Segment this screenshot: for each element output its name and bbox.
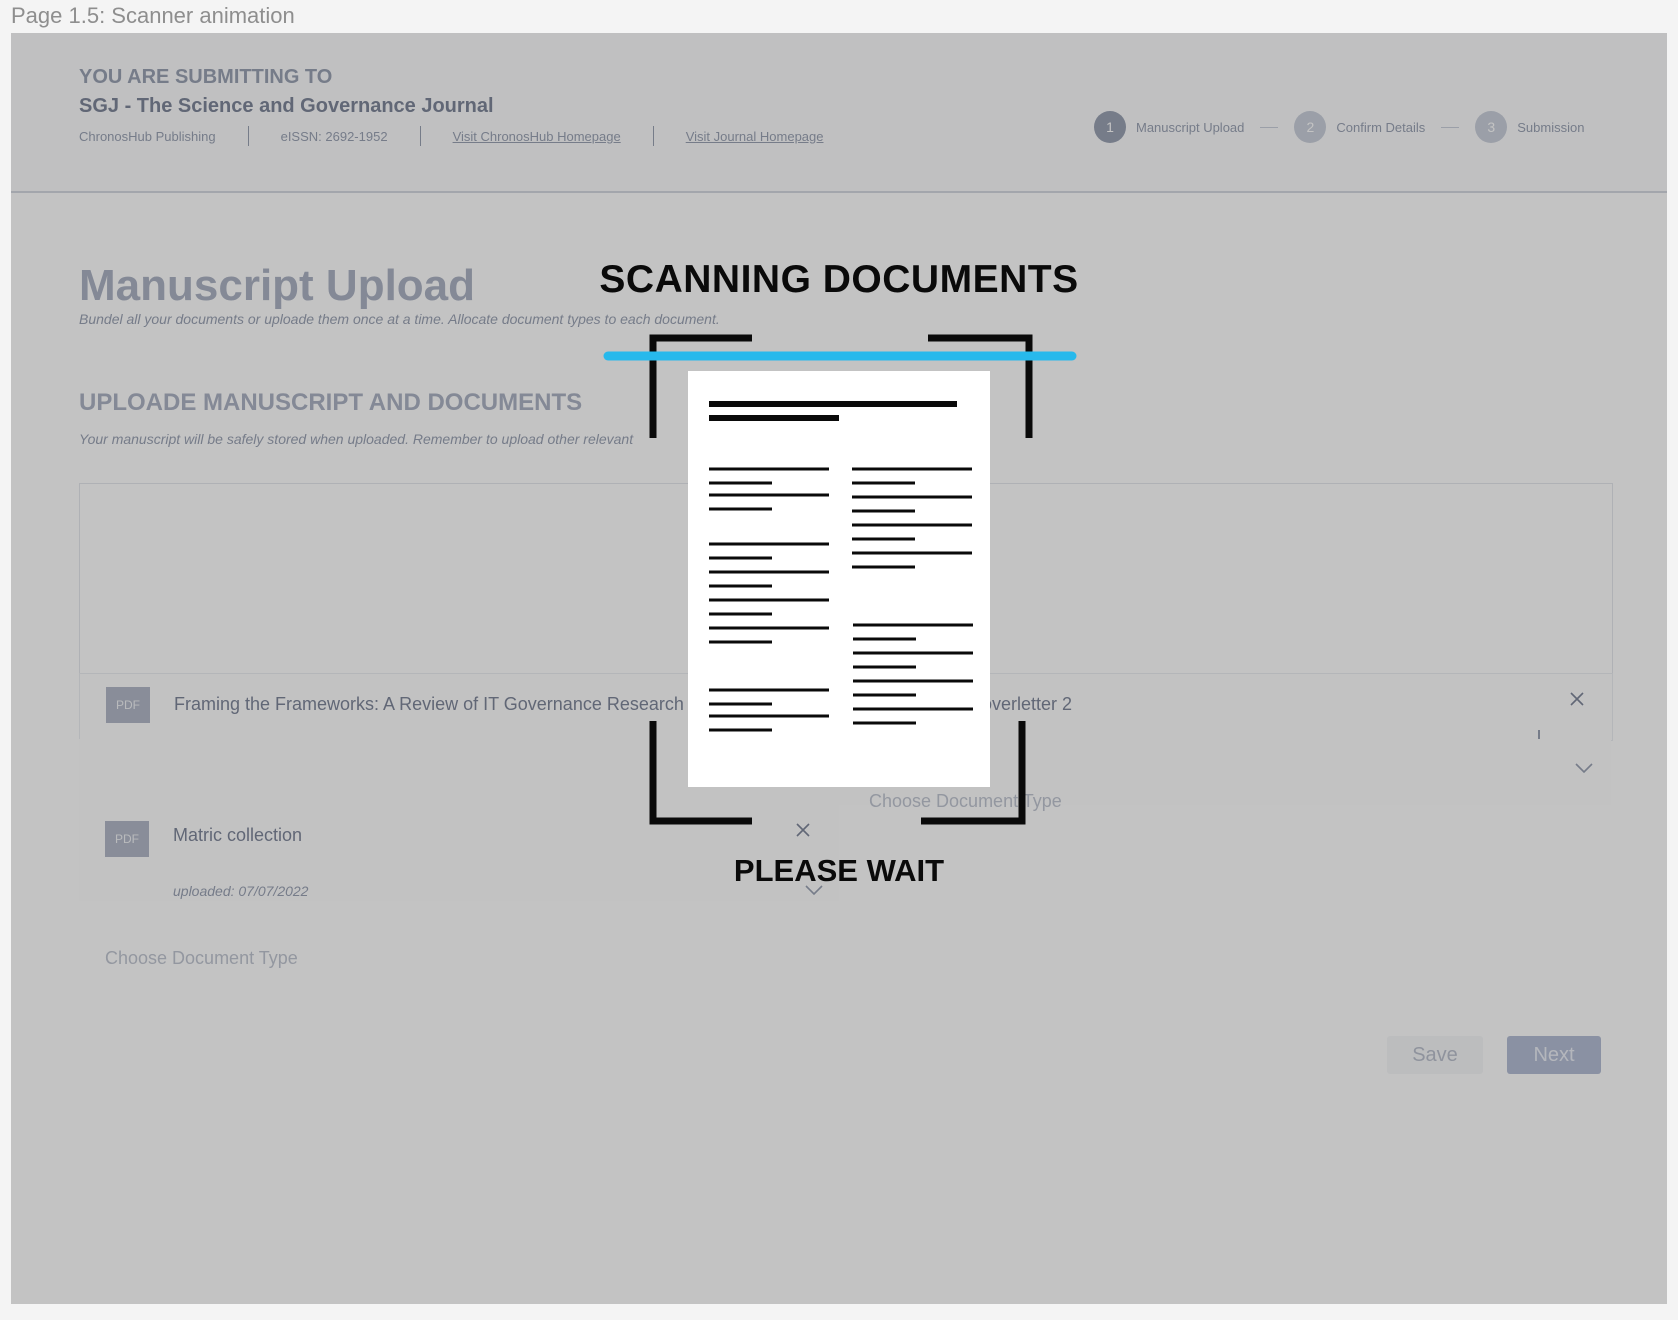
scanner-animation xyxy=(601,334,1079,825)
document-sheet xyxy=(688,371,990,787)
